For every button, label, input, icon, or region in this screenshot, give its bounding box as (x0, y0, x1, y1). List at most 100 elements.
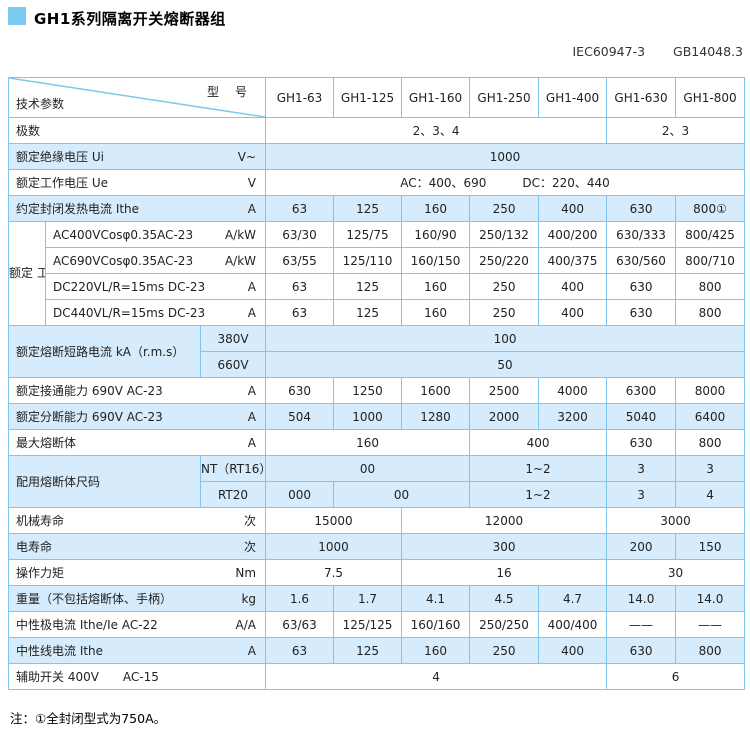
table-row: 电寿命 次 1000 300 200 150 (7, 533, 746, 560)
group-label-cell: 额定 工作 电流 （Ie） 功率 (8, 221, 46, 326)
spec-cell: 250 (469, 637, 540, 664)
spec-cell: 000 (265, 481, 335, 508)
spec-cell: 1~2 (469, 455, 608, 482)
standards-line: IEC60947-3 GB14048.3 (573, 44, 744, 59)
spec-cell: 4 (265, 663, 608, 690)
spec-cell: 800 (675, 637, 746, 664)
model-header: GH1-250 (469, 77, 540, 118)
spec-cell: —— (675, 611, 746, 638)
spec-cell: 3200 (538, 403, 608, 430)
row-label: DC220VL/R=15ms DC-23 (53, 279, 206, 294)
title-bullet-icon (8, 7, 26, 25)
table-row: 极数 2、3、4 2、3 (7, 117, 746, 144)
spec-cell: 3 (606, 481, 677, 508)
spec-cell: 250/220 (469, 247, 540, 274)
standard-iec: IEC60947-3 (572, 44, 646, 59)
row-unit: A (247, 383, 257, 398)
spec-cell: 4.5 (469, 585, 540, 612)
row-unit: Nm (235, 565, 257, 580)
table-row: 额定绝缘电压 Ui V~ 1000 (7, 143, 746, 170)
spec-cell: 400 (538, 195, 608, 222)
spec-cell: 3000 (606, 507, 746, 534)
spec-cell: 160 (401, 299, 471, 326)
spec-cell: 00 (265, 455, 471, 482)
spec-cell: 2500 (469, 377, 540, 404)
row-label: 中性线电流 Ithe (16, 644, 104, 658)
spec-cell: 125/110 (333, 247, 403, 274)
spec-cell: 630 (606, 429, 677, 456)
spec-cell: 6 (606, 663, 746, 690)
row-unit: A (247, 279, 257, 294)
row-label-cell: 约定封闭发热电流 Ithe A (7, 195, 267, 222)
spec-cell: AC：400、690 DC：220、440 (265, 169, 746, 196)
spec-cell: 800 (675, 299, 746, 326)
spec-cell: 5040 (606, 403, 677, 430)
spec-cell: 63 (265, 299, 335, 326)
spec-cell: 125/75 (333, 221, 403, 248)
spec-cell: 1000 (265, 533, 403, 560)
row-label: DC440VL/R=15ms DC-23 (53, 305, 206, 320)
spec-cell: 2、3 (606, 117, 746, 144)
row-label-cell: 最大熔断体 A (7, 429, 267, 456)
row-label: 电寿命 (16, 540, 53, 554)
spec-cell: 250 (469, 195, 540, 222)
spec-cell: 63 (265, 637, 335, 664)
model-header: GH1-800 (675, 77, 746, 118)
spec-cell: 400/400 (538, 611, 608, 638)
row-label-cell: AC400VCosφ0.35AC-23 A/kW (44, 221, 267, 248)
row-label-cell: 额定工作电压 Ue V (7, 169, 267, 196)
row-unit: 次 (244, 514, 257, 528)
table-row: 最大熔断体 A 160 400 630 800 (7, 429, 746, 456)
spec-cell: 1000 (333, 403, 403, 430)
row-label: 辅助开关 400V AC-15 (16, 670, 159, 684)
spec-cell: 800/425 (675, 221, 746, 248)
spec-cell: 160/160 (401, 611, 471, 638)
row-label-cell: AC690VCosφ0.35AC-23 A/kW (44, 247, 267, 274)
table-row: DC440VL/R=15ms DC-23 A 63 125 160 250 400 630 80… (9, 299, 746, 326)
table-row: 机械寿命 次 15000 12000 3000 (7, 507, 746, 534)
spec-cell: 400/200 (538, 221, 608, 248)
table-row: 额定接通能力 690V AC-23 A 630 1250 1600 2500 4000 630… (7, 377, 746, 404)
row-label-cell: 额定分断能力 690V AC-23 A (7, 403, 267, 430)
table-row: 中性线电流 Ithe A 63 125 160 250 400 630 800 (7, 637, 746, 664)
table-row: AC690VCosφ0.35AC-23 A/kW 63/55 125/110 160/1… (9, 247, 746, 274)
spec-cell: 1250 (333, 377, 403, 404)
spec-cell: 6300 (606, 377, 677, 404)
table-row: 操作力矩 Nm 7.5 16 30 (7, 559, 746, 586)
table-row: 辅助开关 400V AC-15 4 6 (7, 663, 746, 690)
row-unit: kg (241, 591, 257, 606)
model-header: GH1-160 (401, 77, 471, 118)
row-label-cell: DC220VL/R=15ms DC-23 A (44, 273, 267, 300)
row-unit: A (247, 643, 257, 658)
spec-cell: 630 (606, 195, 677, 222)
spec-cell: 160 (265, 429, 471, 456)
spec-cell: 15000 (265, 507, 403, 534)
footnote: 注：①全封闭型式为750A。 (10, 711, 167, 726)
row-label-cell: 操作力矩 Nm (7, 559, 267, 586)
spec-cell: 160 (401, 273, 471, 300)
row-unit: A/kW (224, 253, 257, 268)
sub-label-cell: 380V (199, 325, 267, 352)
row-label: 操作力矩 (16, 566, 65, 580)
standard-gb: GB14048.3 (673, 44, 743, 59)
sub-label-cell: 660V (199, 351, 267, 378)
spec-cell: 150 (675, 533, 746, 560)
row-unit: V~ (237, 149, 257, 164)
row-label: 极数 (16, 124, 41, 138)
spec-cell: 160 (401, 195, 471, 222)
group-label-cell: 配用熔断体尺码 (8, 455, 201, 508)
spec-cell: 630 (606, 637, 677, 664)
corner-model-label: 型 号 (207, 85, 250, 99)
row-label-cell: 重量（不包括熔断体、手柄） kg (7, 585, 267, 612)
spec-cell: 400/375 (538, 247, 608, 274)
spec-cell: 6400 (675, 403, 746, 430)
row-unit: V (247, 175, 257, 190)
table-row: 额定熔断短路电流 kA（r.m.s） 380V 100 (8, 325, 746, 378)
spec-cell: 3 (675, 455, 746, 482)
spec-cell: 125 (333, 273, 403, 300)
row-label: 重量（不包括熔断体、手柄） (16, 592, 173, 606)
row-label: 额定分断能力 690V AC-23 (16, 410, 163, 424)
row-label: 额定工作电压 Ue (16, 176, 108, 190)
row-label-cell: 额定接通能力 690V AC-23 A (7, 377, 267, 404)
spec-cell: 630 (265, 377, 335, 404)
